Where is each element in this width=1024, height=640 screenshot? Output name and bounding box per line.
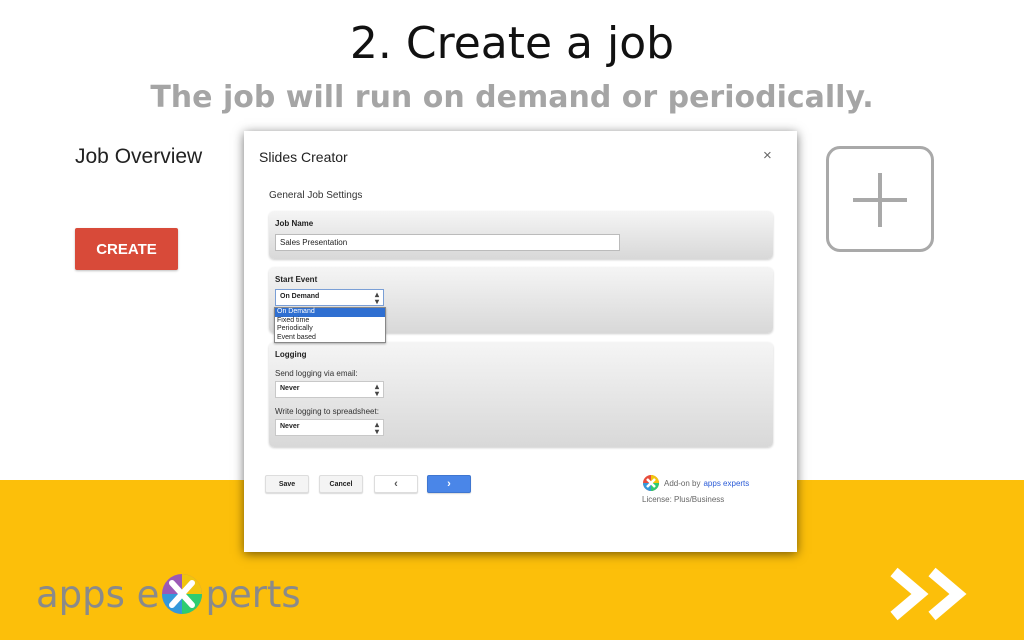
email-logging-value: Never	[280, 385, 300, 392]
slide-title: 2. Create a job	[349, 18, 675, 69]
apps-experts-logo: apps e perts	[36, 568, 301, 620]
create-button[interactable]: CREATE	[75, 228, 178, 270]
addon-logo-icon	[643, 475, 659, 491]
spreadsheet-logging-select[interactable]: Never ▴ ▾	[275, 419, 384, 436]
cancel-button[interactable]: Cancel	[319, 475, 363, 493]
chevron-right-icon[interactable]: ›	[427, 475, 471, 493]
option-periodically[interactable]: Periodically	[275, 325, 385, 334]
select-arrows-icon: ▴ ▾	[374, 420, 379, 436]
slides-creator-dialog: Slides Creator × General Job Settings Jo…	[244, 131, 797, 552]
slide-subtitle: The job will run on demand or periodical…	[150, 80, 874, 115]
start-event-label: Start Event	[275, 275, 318, 284]
job-name-input[interactable]	[275, 234, 620, 251]
logo-text-part1: apps e	[36, 572, 160, 616]
email-logging-label: Send logging via email:	[275, 369, 358, 378]
save-button[interactable]: Save	[265, 475, 309, 493]
general-job-settings-heading: General Job Settings	[269, 190, 363, 201]
spreadsheet-logging-value: Never	[280, 423, 300, 430]
close-icon[interactable]: ×	[763, 147, 772, 164]
select-arrows-icon: ▴ ▾	[374, 382, 379, 398]
license-text: License: Plus/Business	[642, 495, 725, 504]
start-event-select[interactable]: On Demand ▴ ▾	[275, 289, 384, 306]
logo-text-part2: perts	[205, 572, 301, 616]
email-logging-select[interactable]: Never ▴ ▾	[275, 381, 384, 398]
plus-icon	[853, 173, 907, 227]
dialog-title: Slides Creator	[259, 149, 348, 165]
logging-card: Logging Send logging via email: Never ▴ ▾…	[269, 342, 773, 447]
add-job-button[interactable]	[826, 146, 934, 252]
start-event-selected-value: On Demand	[280, 293, 320, 300]
job-name-label: Job Name	[275, 219, 314, 228]
logo-x-icon	[162, 574, 203, 614]
option-event-based[interactable]: Event based	[275, 334, 385, 343]
spreadsheet-logging-label: Write logging to spreadsheet:	[275, 407, 379, 416]
option-on-demand[interactable]: On Demand	[275, 308, 385, 317]
job-name-card: Job Name	[269, 211, 773, 259]
start-event-dropdown: On Demand Fixed time Periodically Event …	[274, 307, 386, 343]
job-overview-heading: Job Overview	[75, 145, 203, 168]
double-chevron-right-icon[interactable]	[888, 566, 988, 622]
chevron-left-icon[interactable]: ‹	[374, 475, 418, 493]
apps-experts-link[interactable]: apps experts	[703, 479, 749, 488]
select-arrows-icon: ▴ ▾	[374, 290, 379, 306]
option-fixed-time[interactable]: Fixed time	[275, 317, 385, 326]
addon-credit: Add-on by apps experts License: Plus/Bus…	[642, 474, 749, 504]
addon-prefix: Add-on by	[664, 478, 701, 488]
logging-label: Logging	[275, 350, 307, 359]
